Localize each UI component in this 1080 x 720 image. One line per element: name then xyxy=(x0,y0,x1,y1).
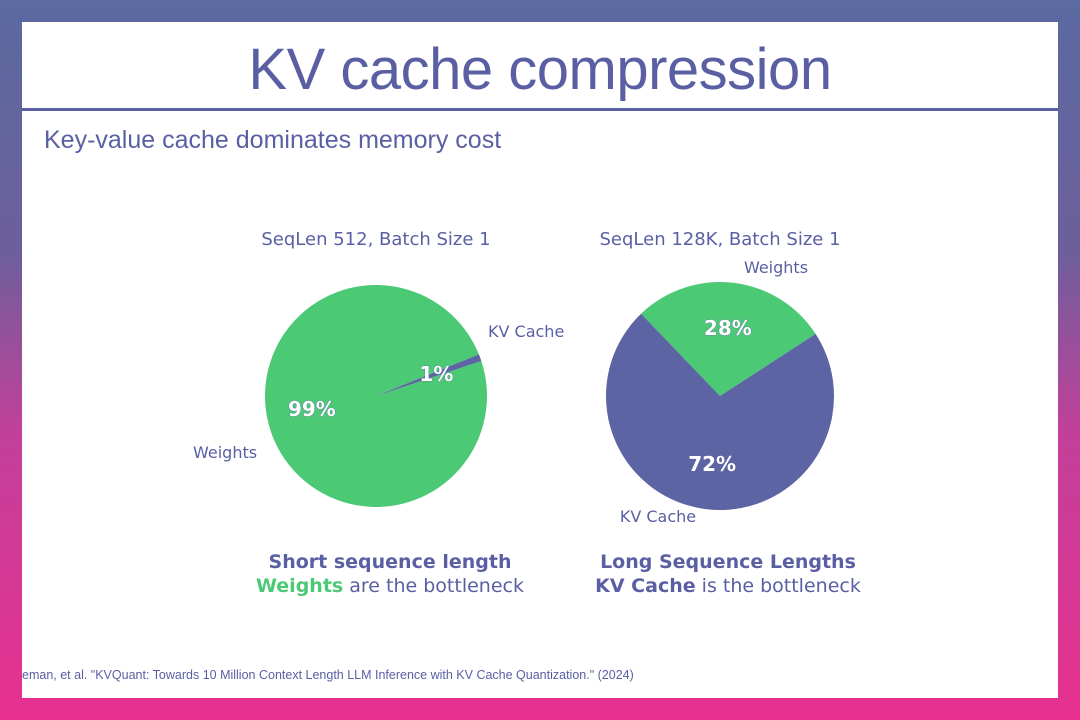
caption-right-body: KV Cache is the bottleneck xyxy=(548,574,908,598)
pie-chart-1: SeqLen 512, Batch Size 1 99% 1% Weights … xyxy=(193,229,564,508)
chart-1-title: SeqLen 512, Batch Size 1 xyxy=(261,229,490,250)
caption-right-highlight: KV Cache xyxy=(595,575,696,597)
citation: eman, et al. "KVQuant: Towards 10 Millio… xyxy=(22,668,634,682)
chart-2-pct-weights: 28% xyxy=(704,316,752,340)
chart-1-label-kv-cache: KV Cache xyxy=(488,322,564,341)
chart-1-slice-weights xyxy=(265,285,488,508)
chart-2-title: SeqLen 128K, Batch Size 1 xyxy=(599,229,840,250)
caption-right: Long Sequence Lengths KV Cache is the bo… xyxy=(548,550,908,598)
caption-left-body: Weights are the bottleneck xyxy=(210,574,570,598)
chart-1-pct-weights: 99% xyxy=(288,397,336,421)
slide: KV cache compression Key-value cache dom… xyxy=(22,22,1058,698)
pie-chart-2: SeqLen 128K, Batch Size 1 28% 72% Weight… xyxy=(599,229,840,526)
chart-2-label-kv-cache: KV Cache xyxy=(620,507,696,526)
caption-left: Short sequence length Weights are the bo… xyxy=(210,550,570,598)
chart-2-pct-kv-cache: 72% xyxy=(688,452,736,476)
chart-1-pct-kv-cache: 1% xyxy=(419,362,453,386)
caption-left-highlight: Weights xyxy=(256,575,344,597)
caption-right-heading: Long Sequence Lengths xyxy=(600,551,856,573)
caption-left-rest: are the bottleneck xyxy=(343,575,524,597)
chart-2-label-weights: Weights xyxy=(744,258,808,277)
caption-right-rest: is the bottleneck xyxy=(695,575,861,597)
chart-1-label-weights: Weights xyxy=(193,443,257,462)
caption-left-heading: Short sequence length xyxy=(268,551,512,573)
